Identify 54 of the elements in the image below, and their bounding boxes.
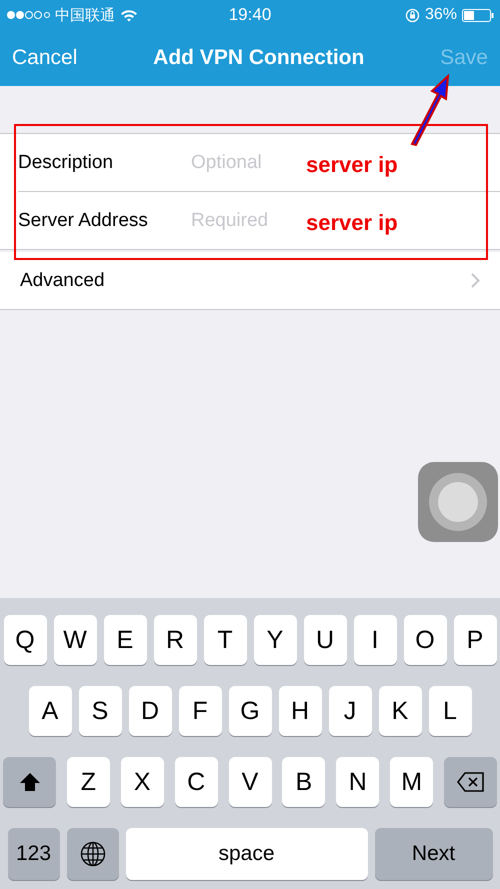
assistive-touch-button[interactable] — [418, 462, 498, 542]
nav-title: Add VPN Connection — [153, 46, 364, 70]
input-field[interactable]: Optional — [191, 152, 301, 174]
key[interactable]: H — [278, 686, 322, 736]
delete-icon — [456, 772, 484, 792]
carrier-name: 中国联通 — [55, 6, 115, 24]
key[interactable]: N — [336, 757, 380, 807]
key[interactable]: E — [104, 615, 146, 665]
key[interactable]: J — [328, 686, 372, 736]
field-label: Server Address — [18, 210, 149, 232]
key[interactable]: X — [120, 757, 164, 807]
key[interactable]: D — [128, 686, 172, 736]
battery-percent: 36% — [424, 6, 457, 24]
key[interactable]: C — [174, 757, 218, 807]
key[interactable]: S — [78, 686, 122, 736]
key[interactable]: M — [390, 757, 434, 807]
key[interactable]: Z — [66, 757, 110, 807]
key[interactable]: B — [282, 757, 326, 807]
key[interactable]: W — [54, 615, 96, 665]
input-field[interactable]: Required — [191, 210, 301, 232]
numbers-key[interactable]: 123 — [8, 828, 60, 880]
key[interactable]: R — [154, 615, 196, 665]
key[interactable]: K — [378, 686, 422, 736]
key[interactable]: Y — [254, 615, 296, 665]
annotation-text: server ip — [306, 152, 398, 178]
space-key[interactable]: space — [126, 828, 368, 880]
shift-icon — [18, 772, 40, 792]
advanced-row[interactable]: Advanced — [0, 252, 500, 310]
key[interactable]: I — [354, 615, 396, 665]
wifi-icon — [120, 8, 138, 22]
key[interactable]: O — [404, 615, 446, 665]
rotation-lock-icon — [404, 8, 420, 22]
key[interactable]: P — [454, 615, 496, 665]
battery-icon — [462, 8, 494, 22]
key[interactable]: G — [228, 686, 272, 736]
arrow-annotation — [408, 74, 452, 146]
chevron-icon — [471, 273, 480, 288]
signal-icon — [6, 10, 50, 20]
globe-icon — [80, 841, 106, 867]
key[interactable]: U — [304, 615, 346, 665]
annotation-text: server ip — [306, 210, 398, 236]
key[interactable]: L — [428, 686, 472, 736]
key[interactable]: T — [204, 615, 246, 665]
field-label: Description — [18, 152, 114, 174]
key[interactable]: A — [28, 686, 72, 736]
globe-key[interactable] — [66, 828, 118, 880]
key[interactable]: F — [178, 686, 222, 736]
shift-key[interactable] — [3, 757, 56, 807]
key[interactable]: Q — [4, 615, 46, 665]
status-time: 19:40 — [228, 5, 272, 25]
advanced-label: Advanced — [20, 270, 105, 292]
delete-key[interactable] — [444, 757, 497, 807]
next-key[interactable]: Next — [374, 828, 492, 880]
key[interactable]: V — [228, 757, 272, 807]
